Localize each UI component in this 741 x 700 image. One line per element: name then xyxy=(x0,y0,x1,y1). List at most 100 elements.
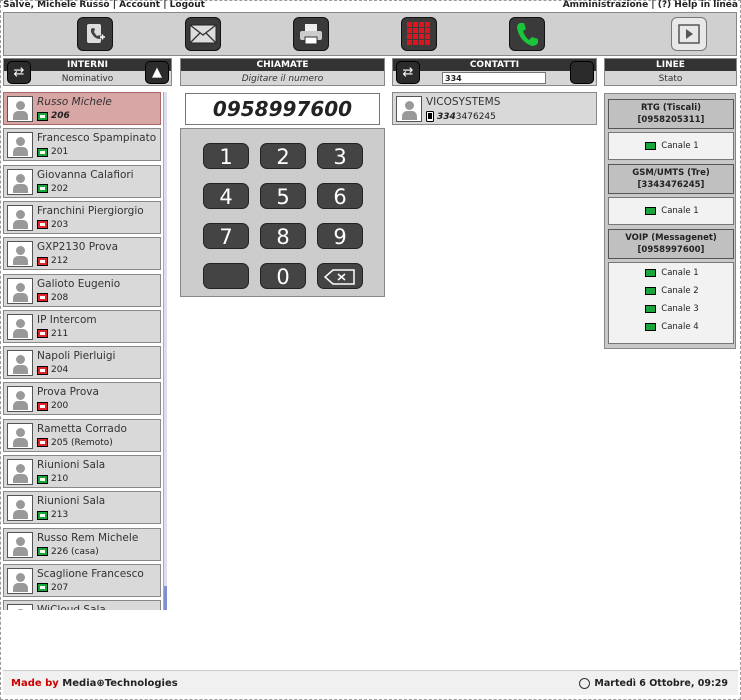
mail-button[interactable] xyxy=(185,17,221,51)
made-by-label: Made by xyxy=(11,678,59,689)
brand-media: Media xyxy=(62,678,97,689)
interno-extension: 201 xyxy=(37,147,68,157)
interno-list-item[interactable]: WiCloud Sala xyxy=(3,600,161,610)
call-button[interactable] xyxy=(509,17,545,51)
scrollbar[interactable] xyxy=(163,92,167,610)
extension-number: 200 xyxy=(51,401,69,412)
made-by-credit: Made by Media⊕Technologies xyxy=(11,678,178,689)
interno-list-item[interactable]: Riunioni Sala 210 xyxy=(3,455,161,488)
interno-extension: 208 xyxy=(37,293,68,303)
interno-list-item[interactable]: IP Intercom 211 xyxy=(3,309,161,343)
interno-list-item[interactable]: Franchini Piergiorgio 203 xyxy=(3,200,161,234)
avatar xyxy=(7,132,33,159)
contatti-refresh-button[interactable]: ⇄ xyxy=(396,61,420,84)
interno-extension: 203 xyxy=(37,220,68,230)
linee-panel: LINEE Stato xyxy=(604,58,737,86)
interni-sort-button[interactable]: ▲ xyxy=(145,61,169,84)
digit-key-0[interactable]: 0 xyxy=(260,263,306,289)
phone-status-icon xyxy=(37,365,48,375)
interno-name: Russo Michele xyxy=(37,96,112,108)
linee-title: LINEE xyxy=(605,59,736,71)
line-channels-box: Canale 1 xyxy=(608,132,734,160)
mail-icon xyxy=(189,24,217,44)
phone-status-icon xyxy=(37,147,48,157)
dial-number-display[interactable]: 0958997600 xyxy=(185,93,380,125)
interno-extension: 207 xyxy=(37,583,68,593)
avatar xyxy=(7,422,33,449)
line-channels-box: Canale 1 Canale 2 Canale 3 Canale 4 xyxy=(608,262,734,344)
interno-extension: 202 xyxy=(37,184,68,194)
avatar xyxy=(7,96,33,122)
chiamate-title: CHIAMATE xyxy=(181,59,384,71)
interno-list-item[interactable]: Napoli Pierluigi 204 xyxy=(3,346,161,380)
dialpad-button[interactable] xyxy=(401,17,437,51)
contatti-action-button[interactable] xyxy=(570,61,594,84)
channel-status: Canale 4 xyxy=(609,322,735,332)
interno-name: Riunioni Sala xyxy=(37,459,106,471)
interno-name: Prova Prova xyxy=(37,386,99,399)
print-button[interactable] xyxy=(293,17,329,51)
digit-key-5[interactable]: 5 xyxy=(260,183,306,209)
interno-list-item[interactable]: Francesco Spampinato 201 xyxy=(3,128,161,162)
phone-status-icon xyxy=(37,220,48,230)
interno-extension: 205 (Remoto) xyxy=(37,438,113,448)
interno-list-item[interactable]: Prova Prova 200 xyxy=(3,382,161,416)
interno-list-item[interactable]: Riunioni Sala 213 xyxy=(3,491,161,525)
digit-key-6[interactable]: 6 xyxy=(317,183,363,209)
digit-key-7[interactable]: 7 xyxy=(203,223,249,249)
contact-result-item[interactable]: VICOSYSTEMS 334 3476245 xyxy=(392,92,597,125)
interni-refresh-button[interactable]: ⇄ xyxy=(7,61,31,84)
interno-extension: 213 xyxy=(37,510,68,520)
digit-key-9[interactable]: 9 xyxy=(317,223,363,249)
extension-number: 204 xyxy=(51,365,69,376)
triangle-up-icon: ▲ xyxy=(152,65,162,80)
interno-name: Napoli Pierluigi xyxy=(37,350,116,363)
phone-status-icon xyxy=(37,510,48,520)
scrollbar-thumb[interactable] xyxy=(164,586,167,610)
grid-icon xyxy=(407,22,430,45)
interno-list-item[interactable]: Giovanna Calafiori 202 xyxy=(3,164,161,198)
user-links[interactable]: Salve, Michele Russo | Account | Logout xyxy=(3,0,205,10)
interno-list-item[interactable]: Scaglione Francesco 207 xyxy=(3,563,161,597)
monitor-icon xyxy=(645,207,657,215)
extension-number: 206 xyxy=(51,111,70,121)
interno-list-item[interactable]: GXP2130 Prova 212 xyxy=(3,237,161,271)
contact-phone: 334 3476245 xyxy=(426,111,496,122)
contact-add-button[interactable] xyxy=(77,17,113,51)
extension-number: 205 (Remoto) xyxy=(51,437,113,448)
monitor-icon xyxy=(645,142,657,150)
main-toolbar xyxy=(3,12,737,56)
blank-key[interactable] xyxy=(203,263,249,289)
digit-key-2[interactable]: 2 xyxy=(260,143,306,169)
contact-search-input[interactable]: 334 xyxy=(442,72,546,84)
footer: Made by Media⊕Technologies Martedì 6 Ott… xyxy=(3,670,738,695)
interno-extension: 206 xyxy=(37,111,70,121)
backspace-key[interactable] xyxy=(317,263,363,289)
avatar xyxy=(396,96,422,122)
interni-panel: INTERNI Nominativo ⇄ ▲ xyxy=(3,58,172,86)
phone-status-icon xyxy=(37,401,48,411)
digit-key-3[interactable]: 3 xyxy=(317,143,363,169)
clock-icon xyxy=(579,678,591,689)
interno-list-item[interactable]: Russo Rem Michele 226 (casa) xyxy=(3,527,161,561)
backspace-icon xyxy=(323,269,355,285)
phone-status-icon xyxy=(37,256,48,266)
extension-number: 212 xyxy=(51,256,69,267)
dial-keypad: 123 456 7890 xyxy=(180,128,385,297)
play-button[interactable] xyxy=(671,17,707,51)
interno-extension: 210 xyxy=(37,474,68,484)
line-group-header: GSM/UMTS (Tre) [3343476245] xyxy=(608,164,734,194)
extension-number: 226 (casa) xyxy=(51,546,99,557)
admin-help-links[interactable]: Amministrazione | (?) Help in linea xyxy=(563,0,738,10)
phone-status-icon xyxy=(37,583,48,593)
interno-list-item[interactable]: Rametta Corrado 205 (Remoto) xyxy=(3,418,161,452)
phone-status-icon xyxy=(37,111,48,121)
digit-key-4[interactable]: 4 xyxy=(203,183,249,209)
digit-key-1[interactable]: 1 xyxy=(203,143,249,169)
interno-list-item[interactable]: Galioto Eugenio 208 xyxy=(3,273,161,307)
linee-header: LINEE Stato xyxy=(604,58,737,86)
interni-list: Russo Michele 206 Francesco Spampinato 201 G… xyxy=(3,92,167,610)
digit-key-8[interactable]: 8 xyxy=(260,223,306,249)
interno-list-item[interactable]: Russo Michele 206 xyxy=(3,92,161,125)
chiamate-header: CHIAMATE Digitare il numero xyxy=(180,58,385,86)
